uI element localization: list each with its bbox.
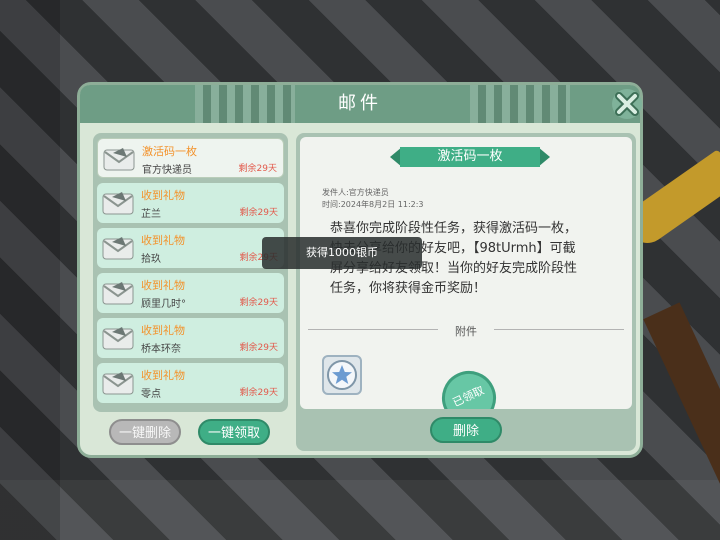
delete-button[interactable]: 删除 — [430, 417, 502, 443]
detail-time: 时间:2024年8月2日 11:2:3 — [322, 200, 424, 209]
mail-dialog: 邮件 激活码一枚 官方快递员 剩余29天 收到礼物 芷兰 剩余29天 收到礼物 … — [77, 82, 643, 458]
mail-remaining-time: 剩余29天 — [239, 343, 278, 353]
mail-detail-panel: 激活码一枚 发件人:官方快递员 时间:2024年8月2日 11:2:3 恭喜你完… — [296, 133, 636, 451]
mail-item[interactable]: 激活码一枚 官方快递员 剩余29天 — [97, 138, 284, 178]
mail-remaining-time: 剩余29天 — [239, 298, 278, 308]
body-line: 恭喜你完成阶段性任务，获得激活码一枚， — [330, 221, 578, 236]
close-icon[interactable] — [610, 87, 644, 121]
envelope-icon — [102, 372, 134, 395]
envelope-icon — [102, 192, 134, 215]
claim-all-button[interactable]: 一键领取 — [198, 419, 270, 445]
mail-sender: 官方快递员 — [142, 165, 192, 176]
envelope-icon — [102, 237, 134, 260]
attachment-label: 附件 — [455, 325, 477, 338]
mail-remaining-time: 剩余29天 — [238, 164, 277, 174]
mail-subject: 收到礼物 — [141, 189, 185, 202]
envelope-icon — [102, 282, 134, 305]
mail-item[interactable]: 收到礼物 桥本环奈 剩余29天 — [97, 318, 284, 358]
mail-item[interactable]: 收到礼物 芷兰 剩余29天 — [97, 183, 284, 223]
mail-item[interactable]: 收到礼物 拾玖 剩余29天 — [97, 228, 284, 268]
envelope-icon — [102, 327, 134, 350]
mail-remaining-time: 剩余29天 — [239, 388, 278, 398]
mail-sender: 拾玖 — [141, 254, 161, 265]
mail-subject: 收到礼物 — [141, 324, 185, 337]
star-badge-icon — [327, 360, 357, 390]
attachment-slot[interactable] — [322, 355, 362, 395]
detail-subject: 激活码一枚 — [437, 149, 503, 164]
mail-subject: 激活码一枚 — [142, 145, 197, 158]
reward-toast: 获得1000银币 — [262, 237, 422, 269]
mail-subject: 收到礼物 — [141, 369, 185, 382]
detail-sender: 发件人:官方快递员 — [322, 188, 389, 197]
body-line: 任务，你将获得金币奖励！ — [330, 281, 487, 296]
delete-all-button[interactable]: 一键删除 — [109, 419, 181, 445]
claimed-stamp: 已领取 — [433, 362, 505, 409]
mail-sender: 顾里几时° — [141, 299, 186, 310]
claimed-stamp-text: 已领取 — [450, 383, 487, 409]
mail-item[interactable]: 收到礼物 零点 剩余29天 — [97, 363, 284, 403]
mail-item[interactable]: 收到礼物 顾里几时° 剩余29天 — [97, 273, 284, 313]
mail-subject: 收到礼物 — [141, 279, 185, 292]
mail-remaining-time: 剩余29天 — [239, 208, 278, 218]
dialog-title: 邮件 — [338, 93, 382, 114]
mail-sender: 桥本环奈 — [141, 344, 181, 355]
mail-list-panel: 激活码一枚 官方快递员 剩余29天 收到礼物 芷兰 剩余29天 收到礼物 拾玖 … — [93, 133, 288, 412]
envelope-icon — [103, 148, 135, 171]
title-bar: 邮件 — [80, 85, 640, 123]
mail-subject: 收到礼物 — [141, 234, 185, 247]
mail-sender: 芷兰 — [141, 209, 161, 220]
mail-sender: 零点 — [141, 389, 161, 400]
letter-content: 激活码一枚 发件人:官方快递员 时间:2024年8月2日 11:2:3 恭喜你完… — [300, 137, 632, 409]
